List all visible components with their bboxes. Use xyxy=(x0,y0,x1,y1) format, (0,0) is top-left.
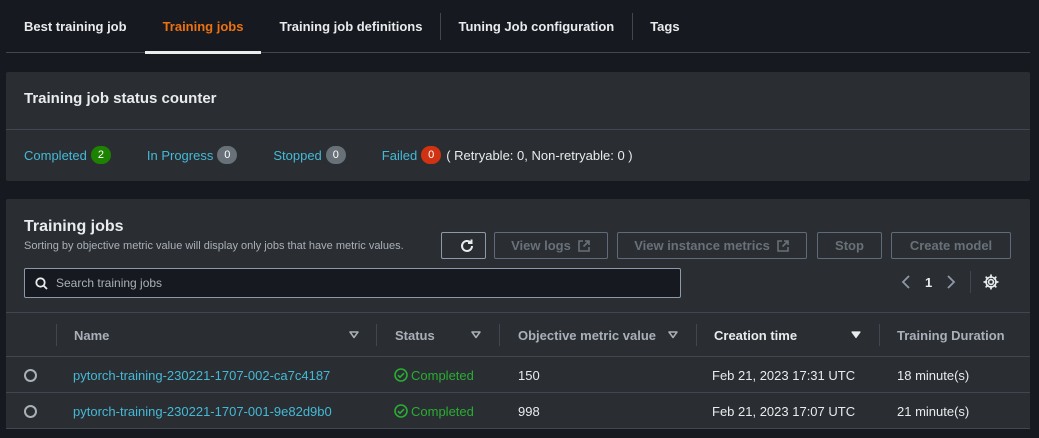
status-text: Completed xyxy=(411,403,474,419)
in-progress-count-badge: 0 xyxy=(217,146,238,164)
column-divider xyxy=(879,324,880,346)
view-logs-label: View logs xyxy=(511,238,571,253)
view-instance-metrics-label: View instance metrics xyxy=(634,238,770,253)
search-box xyxy=(24,268,681,298)
metric-cell: 998 xyxy=(518,403,540,419)
search-icon xyxy=(35,276,48,290)
duration-cell: 18 minute(s) xyxy=(897,367,970,383)
sort-caret-icon xyxy=(349,331,359,339)
chevron-right-icon[interactable] xyxy=(944,273,958,291)
completed-link[interactable]: Completed xyxy=(24,148,87,163)
sort-caret-icon xyxy=(471,331,481,339)
column-name-label: Name xyxy=(74,327,110,343)
training-jobs-title: Training jobs xyxy=(24,218,124,235)
search-input[interactable] xyxy=(56,276,656,290)
check-circle-icon xyxy=(394,404,408,418)
stopped-link[interactable]: Stopped xyxy=(273,148,321,163)
status-text: Completed xyxy=(411,367,474,383)
view-logs-button[interactable]: View logs xyxy=(494,232,608,259)
status-counter-row: Completed 2 In Progress 0 Stopped 0 Fail… xyxy=(6,130,1030,180)
failed-link[interactable]: Failed xyxy=(382,148,417,163)
refresh-icon xyxy=(460,239,473,252)
job-name-cell: pytorch-training-230221-1707-001-9e82d9b… xyxy=(73,393,332,429)
training-jobs-subtitle: Sorting by objective metric value will d… xyxy=(24,240,404,252)
job-name-cell: pytorch-training-230221-1707-002-ca7c418… xyxy=(73,357,330,393)
column-header-metric[interactable]: Objective metric value xyxy=(518,313,683,357)
training-jobs-panel: Training jobs Sorting by objective metri… xyxy=(6,199,1030,429)
column-divider xyxy=(376,324,377,346)
page-number[interactable]: 1 xyxy=(925,275,932,290)
chevron-left-icon[interactable] xyxy=(899,273,913,291)
in-progress-counter: In Progress 0 xyxy=(147,146,238,164)
sort-caret-icon xyxy=(668,331,678,339)
column-metric-label: Objective metric value xyxy=(518,327,657,343)
column-divider xyxy=(696,324,697,346)
creation-time-cell: Feb 21, 2023 17:07 UTC xyxy=(712,403,856,419)
creation-time-cell: Feb 21, 2023 17:31 UTC xyxy=(712,367,856,383)
table-row[interactable]: pytorch-training-230221-1707-002-ca7c418… xyxy=(6,357,1030,393)
check-circle-icon xyxy=(394,368,408,382)
column-creation-time-label: Creation time xyxy=(714,327,798,343)
column-divider xyxy=(499,324,500,346)
stopped-count-badge: 0 xyxy=(325,146,346,164)
radio-button[interactable] xyxy=(24,368,37,382)
table-row[interactable]: pytorch-training-230221-1707-001-9e82d9b… xyxy=(6,393,1030,429)
tab-training-jobs[interactable]: Training jobs xyxy=(144,0,262,54)
sort-descending-icon xyxy=(851,331,861,339)
external-link-icon xyxy=(578,239,590,252)
status-cell: Completed xyxy=(394,393,474,429)
retry-summary: ( Retryable: 0, Non-retryable: 0 ) xyxy=(446,147,633,163)
tab-bar: Best training job Training jobs Training… xyxy=(6,0,1030,54)
status-cell: Completed xyxy=(394,357,474,393)
tab-training-job-definitions[interactable]: Training job definitions xyxy=(261,0,440,53)
row-select[interactable] xyxy=(24,393,37,429)
column-status-label: Status xyxy=(395,327,435,343)
failed-counter: Failed 0 ( Retryable: 0, Non-retryable: … xyxy=(382,146,633,164)
job-name-link[interactable]: pytorch-training-230221-1707-001-9e82d9b… xyxy=(73,404,332,419)
row-select[interactable] xyxy=(24,357,37,393)
status-counter-title: Training job status counter xyxy=(6,72,1030,130)
stop-button[interactable]: Stop xyxy=(817,232,882,259)
column-header-status[interactable]: Status xyxy=(395,313,490,357)
tab-tuning-job-configuration[interactable]: Tuning Job configuration xyxy=(440,0,632,53)
create-model-button[interactable]: Create model xyxy=(891,232,1011,259)
view-instance-metrics-button[interactable]: View instance metrics xyxy=(617,232,807,259)
table-header: Name Status Objective metric value Creat… xyxy=(6,312,1030,357)
completed-count-badge: 2 xyxy=(90,146,111,164)
duration-cell: 21 minute(s) xyxy=(897,403,970,419)
column-divider xyxy=(56,324,57,346)
radio-button[interactable] xyxy=(24,404,37,418)
training-jobs-table: Name Status Objective metric value Creat… xyxy=(6,312,1030,429)
pagination: 1 xyxy=(899,271,999,293)
status-counter-panel: Training job status counter Completed 2 … xyxy=(6,72,1030,181)
column-header-name[interactable]: Name xyxy=(74,313,359,357)
refresh-button[interactable] xyxy=(441,232,486,259)
pager-divider xyxy=(970,271,972,293)
column-duration-label: Training Duration xyxy=(897,327,1005,343)
job-name-link[interactable]: pytorch-training-230221-1707-002-ca7c418… xyxy=(73,368,330,383)
stopped-counter: Stopped 0 xyxy=(273,146,346,164)
failed-count-badge: 0 xyxy=(421,146,442,164)
gear-icon[interactable] xyxy=(983,274,999,290)
completed-counter: Completed 2 xyxy=(24,146,111,164)
external-link-icon xyxy=(776,239,789,252)
metric-cell: 150 xyxy=(518,367,540,383)
column-header-creation-time[interactable]: Creation time xyxy=(714,313,864,357)
in-progress-link[interactable]: In Progress xyxy=(147,148,213,163)
column-header-duration[interactable]: Training Duration xyxy=(897,313,1027,357)
tab-tags[interactable]: Tags xyxy=(632,0,697,53)
tab-best-training-job[interactable]: Best training job xyxy=(6,0,145,53)
